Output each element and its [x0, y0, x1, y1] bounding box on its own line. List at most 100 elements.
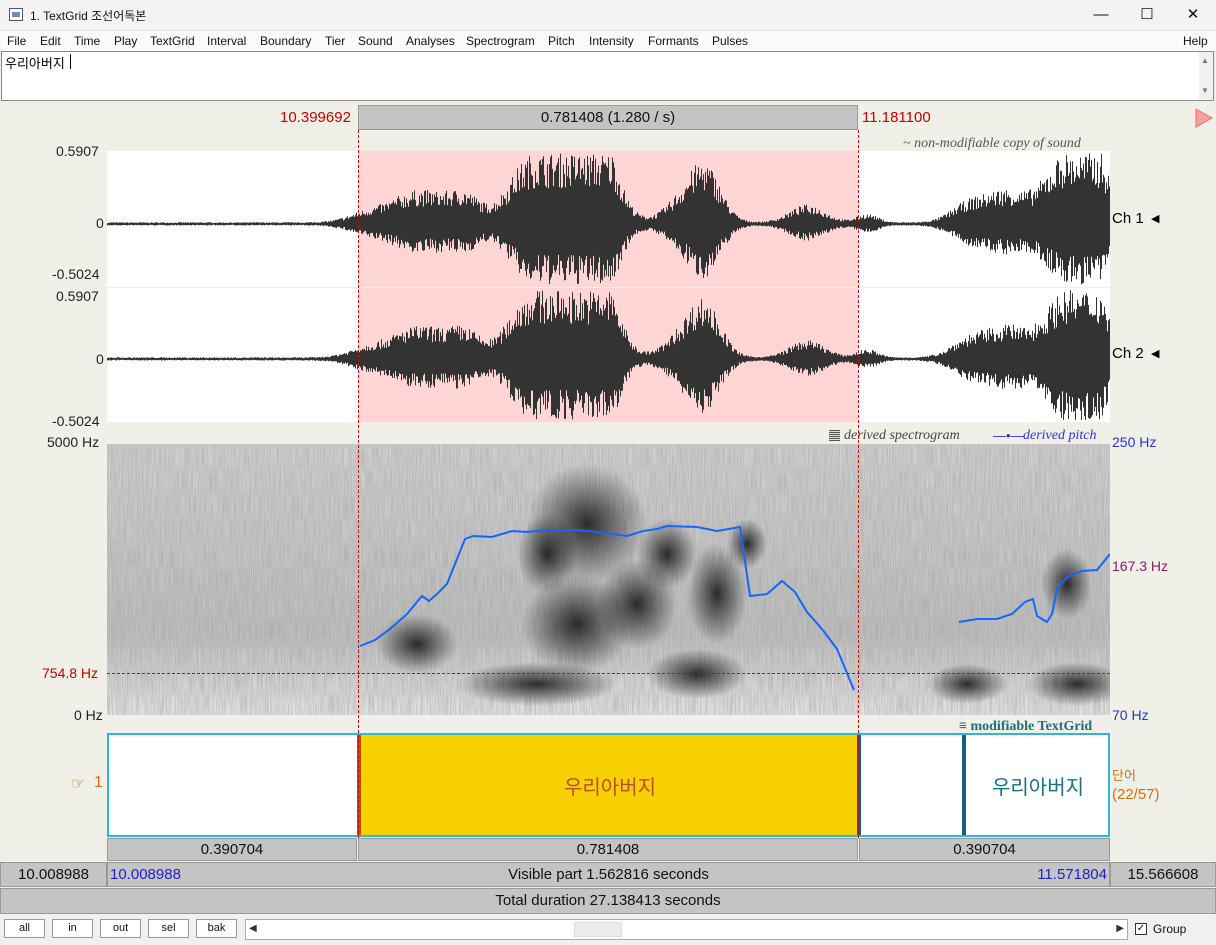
frequency-cursor-line: [107, 673, 1110, 674]
outer-right-time[interactable]: 15.566608: [1110, 862, 1216, 887]
selection-end: 11.181100: [862, 109, 931, 126]
window-title: 1. TextGrid 조선어독본: [30, 9, 147, 23]
menu-bar: File Edit Time Play TextGrid Interval Bo…: [0, 31, 1216, 51]
outer-left-time[interactable]: 10.008988: [0, 862, 107, 887]
selection-end-line: [858, 130, 859, 838]
bottom-toolbar: all in out sel bak ◀ ▶ ✓ Group: [0, 914, 1216, 945]
spectrogram[interactable]: [107, 444, 1110, 715]
menu-play[interactable]: Play: [114, 34, 137, 48]
time-scrollbar[interactable]: ◀ ▶: [245, 919, 1128, 940]
interval-text[interactable]: 우리아버지: [360, 771, 860, 800]
scrollbar-thumb[interactable]: [574, 922, 622, 937]
zoom-sel-button[interactable]: sel: [148, 919, 189, 938]
speaker-icon[interactable]: ◀: [1151, 347, 1159, 360]
ch2-min: -0.5024: [52, 413, 100, 429]
menu-pitch[interactable]: Pitch: [548, 34, 575, 48]
waveform-channel-2[interactable]: [107, 288, 1110, 422]
scroll-up-icon[interactable]: ▲: [1201, 56, 1209, 65]
menu-interval[interactable]: Interval: [207, 34, 246, 48]
spectrogram-energy-region: [727, 519, 767, 569]
spectrogram-energy-region: [517, 514, 577, 594]
zoom-back-button[interactable]: bak: [196, 919, 237, 938]
scroll-left-icon[interactable]: ◀: [249, 923, 257, 934]
textgrid-icon: ≡: [959, 719, 971, 734]
ch1-zero: 0: [96, 215, 104, 231]
visible-right-time: 11.571804: [1037, 866, 1107, 883]
visible-part-bar[interactable]: 10.008988 Visible part 1.562816 seconds …: [107, 862, 1110, 887]
waveform-2-trace: [107, 290, 1110, 420]
interval-text-field[interactable]: 우리아버지 ▲ ▼: [1, 51, 1214, 101]
pitch-legend: derived pitch: [1023, 428, 1097, 443]
pitch-cursor-label: 167.3 Hz: [1112, 558, 1169, 574]
ch2-zero: 0: [96, 351, 104, 367]
tier-count: (22/57): [1112, 786, 1160, 803]
interval-text[interactable]: 우리아버지: [966, 771, 1110, 800]
waveform-1-trace: [107, 153, 1110, 285]
duration-right[interactable]: 0.390704: [859, 838, 1110, 861]
menu-edit[interactable]: Edit: [40, 34, 61, 48]
spectrogram-energy-region: [927, 664, 1007, 704]
tier-pointer-icon[interactable]: ☞: [71, 774, 85, 794]
spectrogram-legend-icon: [829, 430, 840, 441]
tier-name: 단어: [1112, 768, 1136, 783]
title-bar: 1. TextGrid 조선어독본 — ☐ ✕: [0, 0, 1216, 31]
maximize-button[interactable]: ☐: [1124, 0, 1170, 31]
ch1-min: -0.5024: [52, 266, 100, 282]
ch1-max: 0.5907: [56, 143, 99, 159]
total-duration-bar[interactable]: Total duration 27.138413 seconds: [0, 888, 1216, 914]
textgrid-tier[interactable]: 우리아버지 우리아버지: [107, 733, 1110, 837]
menu-formants[interactable]: Formants: [648, 34, 699, 48]
freq-max-label: 5000 Hz: [47, 434, 100, 450]
ch2-max: 0.5907: [56, 288, 99, 304]
spectrogram-energy-region: [457, 662, 617, 706]
spectrogram-legend: derived spectrogram: [844, 428, 960, 443]
pitch-min-label: 70 Hz: [1112, 707, 1149, 723]
duration-left[interactable]: 0.390704: [107, 838, 357, 861]
group-checkbox[interactable]: ✓: [1135, 923, 1147, 935]
text-caret: [70, 54, 71, 69]
pitch-max-label: 250 Hz: [1112, 434, 1157, 450]
play-triangle-icon[interactable]: [1194, 108, 1214, 128]
menu-intensity[interactable]: Intensity: [589, 34, 634, 48]
speaker-icon[interactable]: ◀: [1151, 212, 1159, 225]
freq-min-label: 0 Hz: [74, 707, 103, 723]
close-button[interactable]: ✕: [1170, 0, 1216, 31]
spectrogram-image: [107, 444, 1110, 715]
waveform-note: ~ non-modifiable copy of sound: [903, 136, 1081, 151]
duration-selected[interactable]: 0.781408: [358, 838, 858, 861]
menu-time[interactable]: Time: [74, 34, 100, 48]
menu-tier[interactable]: Tier: [325, 34, 345, 48]
visible-part-label: Visible part 1.562816 seconds: [508, 866, 709, 883]
menu-file[interactable]: File: [7, 34, 26, 48]
spectrogram-energy-region: [637, 519, 697, 589]
zoom-out-button[interactable]: out: [100, 919, 141, 938]
selection-start-line: [358, 130, 359, 838]
menu-boundary[interactable]: Boundary: [260, 34, 311, 48]
menu-help[interactable]: Help: [1183, 34, 1208, 48]
cursor-freq-label: 754.8 Hz: [42, 665, 99, 681]
waveform-channel-1[interactable]: [107, 151, 1110, 287]
group-label: Group: [1153, 922, 1187, 936]
scroll-down-icon[interactable]: ▼: [1201, 86, 1209, 95]
scroll-right-icon[interactable]: ▶: [1116, 923, 1124, 934]
ch1-label[interactable]: Ch 1: [1112, 210, 1144, 227]
pitch-legend-icon: —•—: [993, 428, 1024, 443]
menu-analyses[interactable]: Analyses: [406, 34, 455, 48]
app-icon: [9, 8, 23, 21]
tier-number[interactable]: 1: [94, 774, 103, 792]
menu-spectrogram[interactable]: Spectrogram: [466, 34, 535, 48]
minimize-button[interactable]: —: [1078, 0, 1124, 31]
text-scrollbar[interactable]: ▲ ▼: [1199, 52, 1213, 100]
spectrogram-energy-region: [647, 649, 747, 699]
zoom-in-button[interactable]: in: [52, 919, 93, 938]
menu-textgrid[interactable]: TextGrid: [150, 34, 195, 48]
spectrogram-energy-region: [1042, 549, 1092, 619]
textgrid-label-text: modifiable TextGrid: [970, 719, 1093, 734]
ch2-label[interactable]: Ch 2: [1112, 345, 1144, 362]
selection-duration-bar[interactable]: 0.781408 (1.280 / s): [358, 105, 858, 130]
zoom-all-button[interactable]: all: [4, 919, 45, 938]
interval-text-value: 우리아버지: [5, 56, 65, 71]
menu-pulses[interactable]: Pulses: [712, 34, 748, 48]
menu-sound[interactable]: Sound: [358, 34, 393, 48]
spectrogram-energy-region: [377, 614, 457, 674]
